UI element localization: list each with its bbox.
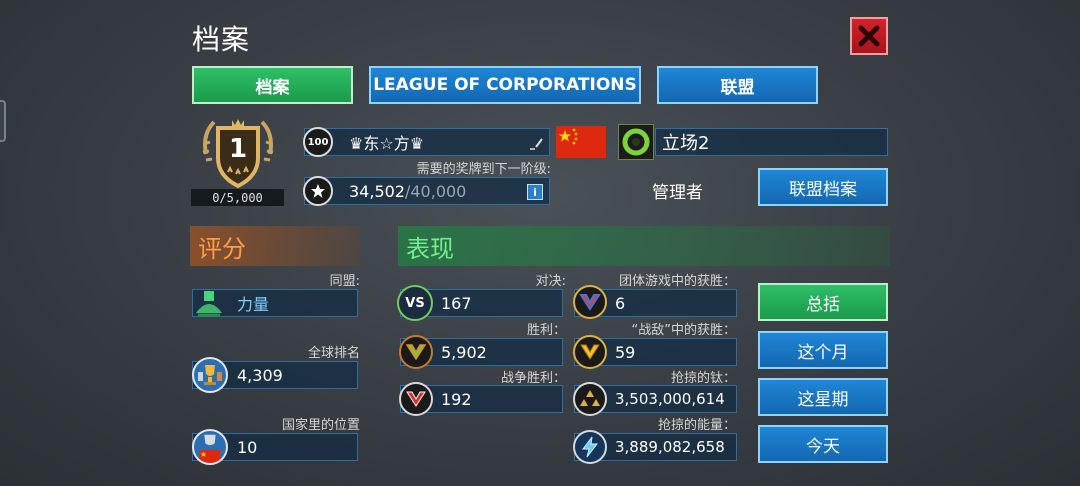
victory-chevron-icon [399, 335, 433, 369]
alliance-name: 立场2 [662, 133, 710, 154]
enemy-wins-value: 59 [615, 342, 636, 362]
period-month-button[interactable]: 这个月 [758, 331, 888, 369]
close-button[interactable] [850, 17, 888, 55]
period-total-button[interactable]: 总括 [758, 283, 888, 321]
page-title: 档案 [192, 23, 251, 56]
medals-hint: 需要的奖牌到下一阶级: [416, 162, 551, 177]
level-number: 100 [307, 136, 329, 148]
team-wins-value: 6 [615, 293, 626, 313]
period-today-button[interactable]: 今天 [758, 425, 888, 463]
titanium-icon [573, 382, 607, 416]
country-rank-value: 10 [237, 437, 258, 457]
war-chevron-icon [399, 382, 433, 416]
side-panel-handle[interactable] [0, 100, 6, 142]
edit-icon[interactable] [529, 136, 543, 150]
alliance-power-value: 力量 [237, 295, 270, 314]
rank-number: 1 [228, 134, 248, 164]
china-flag-icon [556, 126, 606, 158]
energy-value: 3,889,082,658 [615, 438, 725, 456]
team-wins-icon [573, 285, 607, 319]
trophy-icon [192, 357, 228, 393]
player-name: ♛东☆方♛ [349, 134, 425, 153]
medals-current: 34,502 [349, 181, 405, 201]
enemy-wins-icon [573, 335, 607, 369]
titanium-value: 3,503,000,614 [615, 390, 725, 408]
tab-league-of-corporations[interactable]: LEAGUE OF CORPORATIONS [369, 66, 641, 104]
close-icon [858, 25, 880, 47]
global-rank-value: 4,309 [237, 365, 283, 385]
rank-badge: 1 [196, 114, 280, 190]
rating-header: 评分 [190, 226, 360, 266]
performance-header: 表现 [398, 226, 890, 266]
alliance-role: 管理者 [652, 183, 703, 203]
medal-star-icon [303, 176, 333, 206]
info-icon[interactable]: i [527, 184, 543, 200]
alliance-name-field: 立场2 [655, 128, 888, 156]
victories-value: 5,902 [441, 342, 487, 362]
alliance-robot-icon [192, 285, 226, 319]
country-trophy-icon [192, 429, 228, 465]
player-name-field: ♛东☆方♛ [304, 128, 550, 156]
rank-progress: 0/5,000 [191, 189, 284, 206]
medals-target: /40,000 [404, 181, 467, 201]
energy-icon [573, 430, 607, 464]
versus-icon: VS [397, 285, 433, 321]
alliance-profile-button[interactable]: 联盟档案 [758, 168, 888, 206]
alliance-logo-icon [618, 124, 654, 160]
medals-field: 34,502/40,000 i [304, 177, 550, 205]
battles-value: 167 [441, 293, 472, 313]
victories-label: 胜利： [526, 323, 566, 338]
war-wins-value: 192 [441, 389, 472, 409]
level-badge: 100 [303, 127, 333, 157]
tab-alliance[interactable]: 联盟 [657, 66, 818, 104]
tab-profile[interactable]: 档案 [192, 66, 353, 104]
period-week-button[interactable]: 这星期 [758, 378, 888, 416]
